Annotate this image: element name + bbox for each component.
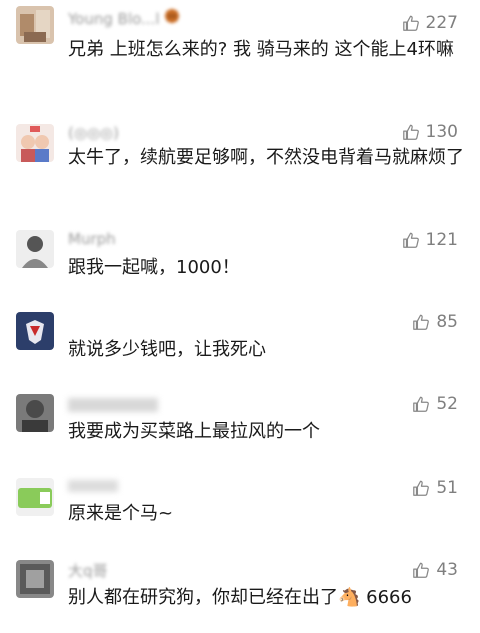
basketball-icon: [164, 8, 180, 28]
username-redacted: [68, 480, 118, 492]
avatar[interactable]: [16, 560, 54, 598]
like-count: 130: [425, 122, 458, 142]
avatar[interactable]: [16, 312, 54, 350]
username-text: Young Blo...l: [68, 10, 160, 28]
avatar[interactable]: [16, 124, 54, 162]
avatar[interactable]: [16, 6, 54, 44]
like-button[interactable]: 51: [412, 478, 458, 498]
thumbs-up-icon: [412, 479, 430, 497]
avatar[interactable]: [16, 230, 54, 268]
thumbs-up-icon: [402, 123, 420, 141]
thumbs-up-icon: [402, 231, 420, 249]
comment-text: 我要成为买菜路上最拉风的一个: [68, 418, 468, 446]
username-text: (◎◎◎): [68, 124, 119, 142]
comment-text-content: 跟我一起喊，1000！: [68, 257, 240, 278]
like-count: 85: [436, 312, 458, 332]
like-button[interactable]: 43: [412, 560, 458, 580]
like-count: 121: [425, 230, 458, 250]
comment-text: 跟我一起喊，1000！: [68, 254, 468, 282]
comment-text-content: 兄弟 上班怎么来的? 我 骑马来的 这个能上4环嘛: [68, 39, 454, 60]
comment-text-content: 我要成为买菜路上最拉风的一个: [68, 421, 320, 442]
username[interactable]: 大q哥: [68, 560, 108, 581]
like-count: 43: [436, 560, 458, 580]
like-button[interactable]: 52: [412, 394, 458, 414]
like-button[interactable]: 85: [412, 312, 458, 332]
username-text: Murph: [68, 230, 116, 248]
username-redacted: [68, 398, 158, 412]
username[interactable]: Murph: [68, 230, 116, 248]
comment-text: 别人都在研究狗，你却已经在出了🐴 6666: [68, 584, 468, 612]
username-text: 大q哥: [68, 562, 108, 580]
like-count: 52: [436, 394, 458, 414]
comment-text-content: 就说多少钱吧，让我死心: [68, 339, 266, 360]
thumbs-up-icon: [412, 313, 430, 331]
comment-text-content: 原来是个马~: [68, 503, 174, 524]
comment-text: 原来是个马~: [68, 500, 468, 528]
avatar[interactable]: [16, 394, 54, 432]
like-button[interactable]: 121: [402, 230, 458, 250]
username[interactable]: Young Blo...l: [68, 8, 180, 28]
thumbs-up-icon: [412, 395, 430, 413]
comment-text: 就说多少钱吧，让我死心: [68, 336, 468, 364]
thumbs-up-icon: [412, 561, 430, 579]
avatar[interactable]: [16, 478, 54, 516]
comment-text: 兄弟 上班怎么来的? 我 骑马来的 这个能上4环嘛: [68, 36, 468, 64]
like-count: 51: [436, 478, 458, 498]
comment-list: Young Blo...l 227 兄弟 上班怎么来的? 我 骑马来的 这个能上…: [0, 0, 480, 633]
like-button[interactable]: 130: [402, 122, 458, 142]
comment-text: 太牛了，续航要足够啊，不然没电背着马就麻烦了: [68, 144, 468, 172]
comment-text-content: 别人都在研究狗，你却已经在出了🐴 6666: [68, 587, 412, 608]
comment-text-content: 太牛了，续航要足够啊，不然没电背着马就麻烦了: [68, 147, 464, 168]
username[interactable]: (◎◎◎): [68, 124, 119, 142]
like-button[interactable]: 227: [402, 13, 458, 33]
thumbs-up-icon: [402, 14, 420, 32]
like-count: 227: [425, 13, 458, 33]
